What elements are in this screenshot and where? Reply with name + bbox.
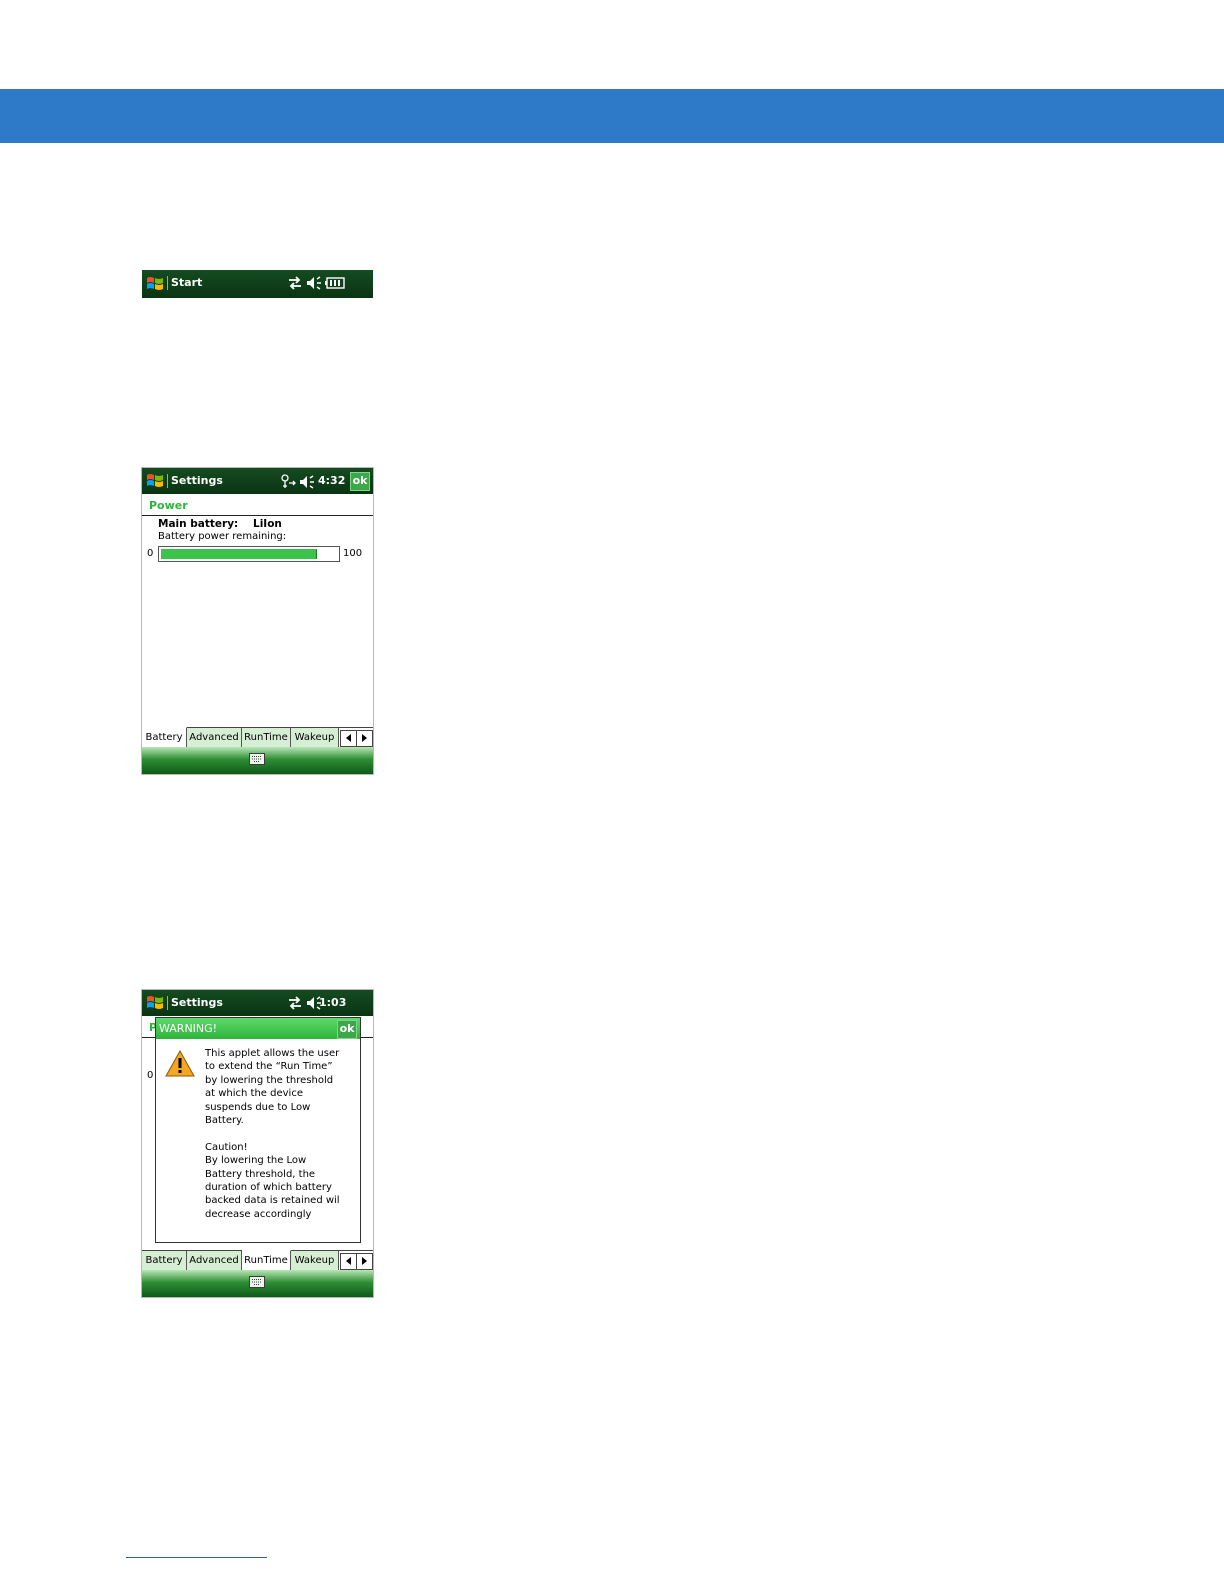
status-icons <box>287 996 322 1010</box>
scale-min-label: 0 <box>147 548 154 559</box>
tab-scroll-left-icon[interactable] <box>346 734 351 742</box>
battery-icon[interactable] <box>325 277 345 289</box>
tab-scroll-arrows <box>340 730 373 747</box>
start-bar-screenshot: Start <box>142 270 373 298</box>
ok-button[interactable]: ok <box>350 472 370 491</box>
status-icons <box>287 276 345 290</box>
connectivity-icon[interactable] <box>287 276 303 290</box>
windows-flag-icon[interactable] <box>146 275 164 293</box>
status-icons <box>280 474 315 489</box>
page-subtitle: Power <box>149 499 188 512</box>
arrow-separator <box>356 1254 357 1269</box>
settings-titlebar: Settings 1:03 <box>142 990 373 1016</box>
battery-progress-fill <box>161 549 317 559</box>
softkey-bar <box>142 1270 373 1297</box>
tab-wakeup[interactable]: Wakeup <box>291 1251 339 1270</box>
wireless-connection-icon[interactable] <box>280 474 296 489</box>
clock[interactable]: 4:32 <box>318 474 345 487</box>
page-header-band <box>0 89 1224 143</box>
obscured-scale-label: 0 <box>147 1070 154 1081</box>
connectivity-icon[interactable] <box>287 996 303 1010</box>
tab-scroll-right-icon[interactable] <box>362 1257 367 1265</box>
main-battery-value: LiIon <box>253 518 282 530</box>
tab-runtime[interactable]: RunTime <box>242 728 291 747</box>
windows-flag-icon[interactable] <box>146 472 164 490</box>
tab-runtime[interactable]: RunTime <box>242 1250 291 1270</box>
clock[interactable]: 1:03 <box>319 996 346 1009</box>
window-title: Settings <box>171 996 223 1009</box>
tab-scroll-right-icon[interactable] <box>362 734 367 742</box>
softkey-bar <box>142 747 373 774</box>
dialog-title: WARNING! <box>159 1022 218 1035</box>
tab-strip: Battery Advanced RunTime Wakeup <box>142 1250 373 1271</box>
warning-dialog: WARNING! ok This applet allows the user … <box>155 1017 361 1243</box>
warning-icon <box>165 1050 195 1077</box>
window-title: Settings <box>171 474 223 487</box>
tab-advanced[interactable]: Advanced <box>187 728 242 747</box>
runtime-warning-screenshot: Settings 1:03 P 0 WARNING! ok This apple… <box>141 989 374 1298</box>
tab-battery[interactable]: Battery <box>142 727 187 747</box>
subtitle-divider <box>142 515 373 516</box>
arrow-separator <box>356 731 357 746</box>
settings-titlebar: Settings 4:32 ok <box>142 468 373 494</box>
dialog-ok-button[interactable]: ok <box>337 1020 357 1039</box>
dialog-titlebar: WARNING! ok <box>156 1018 360 1039</box>
tab-scroll-arrows <box>340 1253 373 1270</box>
windows-flag-icon[interactable] <box>146 994 164 1012</box>
tab-wakeup[interactable]: Wakeup <box>291 728 339 747</box>
title-separator <box>167 996 168 1010</box>
start-titlebar: Start <box>142 270 373 298</box>
battery-progress-bar <box>158 546 340 562</box>
keyboard-icon[interactable] <box>249 753 265 765</box>
keyboard-icon[interactable] <box>249 1276 265 1288</box>
tab-advanced[interactable]: Advanced <box>187 1251 242 1270</box>
speaker-icon[interactable] <box>306 276 322 290</box>
speaker-icon[interactable] <box>299 474 315 489</box>
tab-battery[interactable]: Battery <box>142 1251 187 1270</box>
title-separator <box>167 276 168 290</box>
scale-max-label: 100 <box>343 548 363 559</box>
power-battery-screenshot: Settings 4:32 ok Power Main battery: LiI… <box>141 467 374 775</box>
warning-message: This applet allows the user to extend th… <box>205 1048 340 1220</box>
title-separator <box>167 474 168 488</box>
tab-scroll-left-icon[interactable] <box>346 1257 351 1265</box>
main-battery-label: Main battery: <box>158 518 239 530</box>
start-label[interactable]: Start <box>171 276 202 289</box>
tab-strip: Battery Advanced RunTime Wakeup <box>142 727 373 748</box>
battery-remaining-label: Battery power remaining: <box>158 531 287 542</box>
footer-link-underline <box>126 1557 267 1558</box>
